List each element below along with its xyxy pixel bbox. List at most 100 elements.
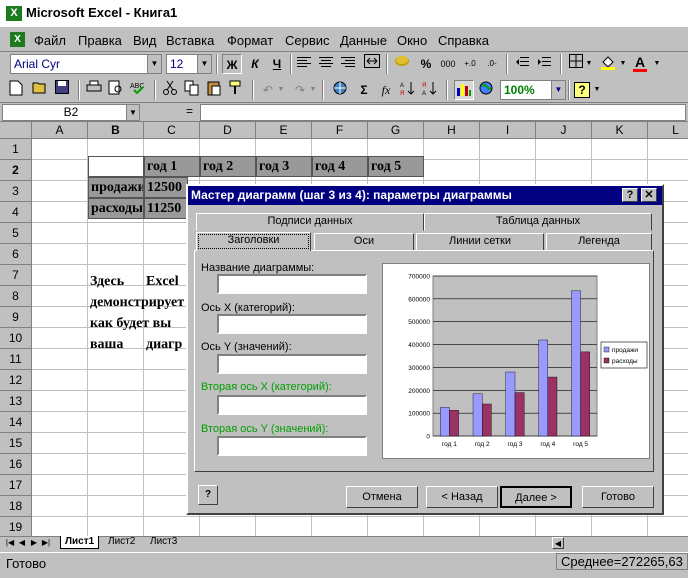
prev-sheet-icon[interactable]: ◀ [16, 537, 28, 549]
row-header-11[interactable]: 11 [0, 349, 32, 370]
column-header-I[interactable]: I [480, 122, 536, 139]
column-header-E[interactable]: E [256, 122, 312, 139]
select-all-corner[interactable] [0, 122, 32, 139]
decrease-decimal-button[interactable]: .0- [482, 54, 502, 74]
cell-D2[interactable]: год 2 [200, 156, 256, 177]
sort-descending-button[interactable]: ЯA [420, 80, 440, 100]
secondary-y-axis-input[interactable] [217, 436, 367, 456]
increase-indent-button[interactable] [534, 54, 554, 74]
cell-C2[interactable]: год 1 [144, 156, 200, 177]
chevron-down-icon[interactable]: ▼ [592, 80, 602, 100]
cell-C3[interactable]: 12500 [144, 177, 188, 198]
dialog-help-button[interactable]: ? [622, 188, 638, 202]
menu-item-7[interactable]: Окно [397, 33, 427, 48]
zoom-select[interactable]: 100% ▼ [500, 80, 566, 100]
cell-E2[interactable]: год 3 [256, 156, 312, 177]
row-header-1[interactable]: 1 [0, 139, 32, 160]
tab-legend[interactable]: Легенда [546, 233, 652, 251]
cancel-button[interactable]: Отмена [346, 486, 418, 508]
column-header-C[interactable]: C [144, 122, 200, 139]
borders-button[interactable] [566, 54, 586, 74]
row-header-8[interactable]: 8 [0, 286, 32, 307]
column-header-A[interactable]: A [32, 122, 88, 139]
format-painter-button[interactable] [226, 80, 246, 100]
menu-item-2[interactable]: Вид [133, 33, 157, 48]
sheet-tab-2[interactable]: Лист2 [104, 536, 139, 549]
row-header-6[interactable]: 6 [0, 244, 32, 265]
row-header-2[interactable]: 2 [0, 160, 32, 181]
increase-decimal-button[interactable]: +.0 [460, 54, 480, 74]
next-button[interactable]: Далее > [500, 486, 572, 508]
next-sheet-icon[interactable]: ▶ [28, 537, 40, 549]
merge-center-button[interactable] [362, 54, 382, 74]
x-axis-title-input[interactable] [217, 314, 367, 334]
menu-item-3[interactable]: Вставка [166, 33, 214, 48]
scroll-left-icon[interactable]: ◀ [552, 537, 564, 549]
chart-title-input[interactable] [217, 274, 367, 294]
menu-item-5[interactable]: Сервис [285, 33, 330, 48]
chevron-down-icon[interactable]: ▼ [652, 54, 662, 74]
spelling-button[interactable]: ABC [128, 80, 148, 100]
formula-input[interactable] [200, 104, 686, 121]
percent-button[interactable]: % [416, 54, 436, 74]
row-header-13[interactable]: 13 [0, 391, 32, 412]
italic-button[interactable]: К [245, 54, 265, 74]
column-header-G[interactable]: G [368, 122, 424, 139]
chevron-down-icon[interactable]: ▼ [126, 105, 139, 120]
copy-button[interactable] [182, 80, 202, 100]
finish-button[interactable]: Готово [582, 486, 654, 508]
bold-button[interactable]: Ж [222, 54, 242, 74]
name-box[interactable]: B2 [2, 104, 140, 121]
office-assistant-icon[interactable]: ? [198, 485, 218, 505]
column-header-B[interactable]: B [88, 122, 144, 139]
thousands-separator-button[interactable]: 000 [438, 54, 458, 74]
new-file-button[interactable] [6, 80, 26, 100]
row-header-10[interactable]: 10 [0, 328, 32, 349]
print-button[interactable] [84, 80, 104, 100]
column-header-K[interactable]: K [592, 122, 648, 139]
font-size-select[interactable]: 12 ▼ [166, 54, 212, 74]
tab-data-labels[interactable]: Подписи данных [196, 213, 424, 231]
cell-B9[interactable]: демонстрирует [88, 293, 186, 313]
cell-B10[interactable]: как будет вы [88, 314, 186, 334]
chevron-down-icon[interactable]: ▼ [584, 54, 594, 74]
row-header-15[interactable]: 15 [0, 433, 32, 454]
row-header-18[interactable]: 18 [0, 496, 32, 517]
row-header-17[interactable]: 17 [0, 475, 32, 496]
last-sheet-icon[interactable]: ▶| [40, 537, 52, 549]
menu-item-4[interactable]: Формат [227, 33, 273, 48]
row-header-9[interactable]: 9 [0, 307, 32, 328]
paste-button[interactable] [204, 80, 224, 100]
redo-button[interactable]: ↷ [290, 80, 310, 100]
menu-item-6[interactable]: Данные [340, 33, 387, 48]
column-header-J[interactable]: J [536, 122, 592, 139]
chevron-down-icon[interactable]: ▼ [308, 80, 318, 100]
save-button[interactable] [52, 80, 72, 100]
currency-button[interactable] [392, 54, 412, 74]
row-header-7[interactable]: 7 [0, 265, 32, 286]
tab-titles[interactable]: Заголовки [196, 232, 311, 251]
hyperlink-button[interactable] [330, 80, 350, 100]
cell-C11[interactable]: диагр [144, 335, 188, 355]
tab-axes[interactable]: Оси [314, 233, 414, 251]
font-color-button[interactable]: A [630, 54, 650, 74]
workbook-icon[interactable]: X [10, 32, 25, 47]
underline-button[interactable]: Ч [267, 54, 287, 74]
cell-F2[interactable]: год 4 [312, 156, 368, 177]
cell-B3[interactable]: продажи [88, 177, 144, 198]
map-button[interactable] [476, 80, 496, 100]
sheet-tab-3[interactable]: Лист3 [146, 536, 181, 549]
chevron-down-icon[interactable]: ▼ [551, 81, 565, 99]
dialog-close-button[interactable]: ✕ [641, 188, 657, 202]
menu-item-0[interactable]: Файл [34, 33, 66, 48]
autosum-button[interactable]: Σ [354, 80, 374, 100]
sheet-tab-1[interactable]: Лист1 [60, 536, 100, 549]
office-assistant-button[interactable]: ? [574, 82, 590, 98]
cell-G2[interactable]: год 5 [368, 156, 424, 177]
print-preview-button[interactable] [106, 80, 126, 100]
chevron-down-icon[interactable]: ▼ [276, 80, 286, 100]
row-header-14[interactable]: 14 [0, 412, 32, 433]
row-header-5[interactable]: 5 [0, 223, 32, 244]
chevron-down-icon[interactable]: ▼ [618, 54, 628, 74]
secondary-x-axis-input[interactable] [217, 395, 367, 415]
